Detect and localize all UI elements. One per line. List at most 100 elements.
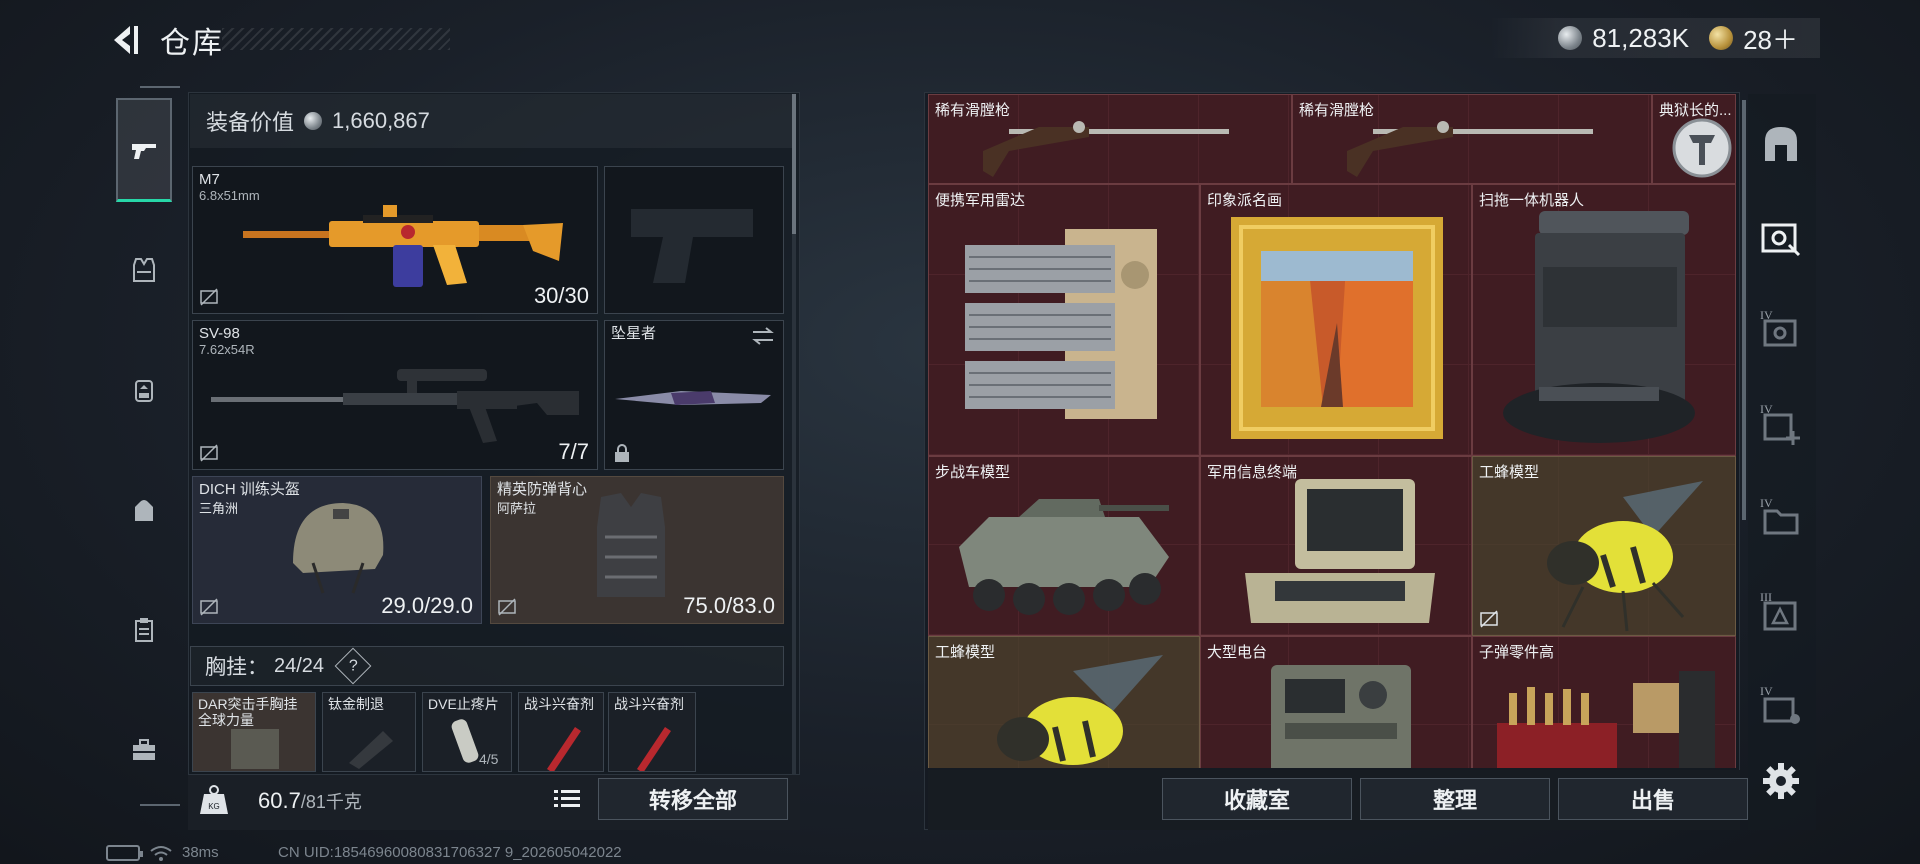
stash-item-name: 大型电台 xyxy=(1207,644,1268,661)
stash-tier-numeral: IV xyxy=(1760,496,1773,510)
musket-image xyxy=(983,121,1229,177)
stim-syringe-image xyxy=(547,727,581,771)
stash-item-musket-1[interactable]: 稀有滑膛枪 xyxy=(928,94,1292,184)
back-arrow-icon xyxy=(114,26,138,54)
rail-tab-toolbox[interactable] xyxy=(116,698,172,802)
terminal-image xyxy=(1245,479,1435,623)
list-view-icon[interactable] xyxy=(550,782,584,816)
wifi-icon xyxy=(150,845,172,861)
gold-currency-value[interactable]: 28＋ xyxy=(1743,20,1798,57)
gun-icon xyxy=(132,143,156,159)
rig-item-name: DAR突击手胸挂 xyxy=(198,696,298,712)
stash-item-wasp-model-1[interactable]: 工蜂模型 xyxy=(1472,456,1736,636)
weight-icon[interactable]: KG xyxy=(196,782,232,818)
title-decoration xyxy=(222,28,450,50)
gold-coin-icon xyxy=(1709,26,1734,50)
no-drop-icon xyxy=(200,288,218,306)
stash-item-ifv-model[interactable]: 步战车模型 xyxy=(928,456,1200,636)
stash-item-wasp-model-2[interactable]: 工蜂模型 xyxy=(928,636,1200,768)
backpack-icon xyxy=(135,500,153,521)
rig-item-name: DVE止疼片 xyxy=(428,696,499,712)
help-button[interactable]: ? xyxy=(334,647,372,685)
stash-tab-3[interactable]: IV xyxy=(1756,400,1806,450)
transfer-all-button[interactable]: 转移全部 xyxy=(598,778,788,820)
rig-item-stim-2[interactable]: 战斗兴奋剂 xyxy=(608,692,696,772)
armor-slot[interactable]: 精英防弹背心 阿萨拉 75.0/83.0 xyxy=(490,476,784,624)
stash-item-name: 便携军用雷达 xyxy=(935,192,1026,209)
rail-tab-items[interactable] xyxy=(116,578,172,682)
equipment-scroll-thumb[interactable] xyxy=(792,94,796,234)
rig-item-name: 战斗兴奋剂 xyxy=(524,696,594,712)
armor-sub: 阿萨拉 xyxy=(497,501,537,516)
rail-tab-weapons[interactable] xyxy=(116,98,172,202)
helmet-slot[interactable]: DICH 训练头盔 三角洲 29.0/29.0 xyxy=(192,476,482,624)
stash-item-radar[interactable]: 便携军用雷达 xyxy=(928,184,1200,456)
rail-tab-backpack[interactable] xyxy=(116,458,172,562)
stash-tier-numeral: IV xyxy=(1760,402,1773,416)
silver-currency-value: 81,283K xyxy=(1592,22,1690,53)
rig-item-name: 战斗兴奋剂 xyxy=(614,696,684,712)
stash-tier-numeral: III xyxy=(1760,590,1772,604)
stash-tab-main[interactable] xyxy=(1756,118,1806,168)
stash-grid[interactable]: 稀有滑膛枪 稀有滑膛枪 典狱长的... 便携军用雷达 印象派名画 扫拖一体机器人… xyxy=(928,94,1736,768)
currency-bar: 81,283K 28＋ xyxy=(1490,18,1820,58)
stash-tab-1[interactable] xyxy=(1756,212,1806,262)
back-button[interactable] xyxy=(104,20,144,60)
warden-badge-icon xyxy=(1672,118,1732,178)
pistol-slot-empty[interactable] xyxy=(604,166,784,314)
rig-item-muzzle[interactable]: 钛金制退 xyxy=(322,692,416,772)
organize-button[interactable]: 整理 xyxy=(1360,778,1550,820)
stash-tab-6[interactable]: IV xyxy=(1756,682,1806,732)
svg-text:KG: KG xyxy=(208,802,220,811)
helmet-durability: 29.0/29.0 xyxy=(381,593,473,618)
sniper-rifle-image xyxy=(211,369,579,443)
swap-icon[interactable] xyxy=(751,327,775,345)
lock-icon xyxy=(615,444,629,462)
stash-tier-numeral: IV xyxy=(1760,308,1773,322)
stash-item-name: 子弹零件高 xyxy=(1479,644,1555,661)
sell-button[interactable]: 出售 xyxy=(1558,778,1748,820)
weapon-name: M7 xyxy=(199,171,220,188)
knife-image xyxy=(615,391,771,405)
device-status: 38ms xyxy=(106,844,219,861)
rig-item-uses: 4/5 xyxy=(479,751,499,767)
rail-divider-bottom xyxy=(140,804,180,806)
stash-tier-numeral: IV xyxy=(1760,684,1773,698)
stash-tab-5[interactable]: III xyxy=(1756,588,1806,638)
equipment-value: 1,660,867 xyxy=(332,108,430,133)
melee-slot[interactable]: 坠星者 xyxy=(604,320,784,470)
equipment-value-header: 装备价值 1,660,867 xyxy=(190,94,796,148)
no-drop-icon xyxy=(498,598,516,616)
secondary-weapon-slot[interactable]: SV-98 7.62x54R 7/7 xyxy=(192,320,598,470)
stash-selected-icon xyxy=(1761,223,1801,257)
ammo-count: 30/30 xyxy=(533,283,589,308)
body-armor-icon xyxy=(133,258,155,282)
stash-tab-4[interactable]: IV xyxy=(1756,494,1806,544)
rig-item-stim-1[interactable]: 战斗兴奋剂 xyxy=(518,692,604,772)
ping-value: 38ms xyxy=(182,844,219,861)
stash-item-radio[interactable]: 大型电台 xyxy=(1200,636,1472,768)
settings-button[interactable] xyxy=(1756,756,1806,806)
silver-coin-icon xyxy=(1558,26,1583,50)
stash-item-bullet-parts[interactable]: 子弹零件高 xyxy=(1472,636,1736,768)
body-armor-image xyxy=(597,493,665,597)
stash-item-name: 印象派名画 xyxy=(1207,192,1283,209)
stash-item-terminal[interactable]: 军用信息终端 xyxy=(1200,456,1472,636)
radio-image xyxy=(1271,665,1411,768)
stash-item-robot-vacuum[interactable]: 扫拖一体机器人 xyxy=(1472,184,1736,456)
rig-item-chest-rig[interactable]: DAR突击手胸挂 全球力量 xyxy=(192,692,316,772)
stash-scrollbar[interactable] xyxy=(1742,100,1746,520)
collection-room-button[interactable]: 收藏室 xyxy=(1162,778,1352,820)
clipboard-icon xyxy=(135,618,153,642)
rail-tab-chest-rig[interactable] xyxy=(116,338,172,442)
stash-item-warden[interactable]: 典狱长的... xyxy=(1652,94,1736,184)
armor-name: 精英防弹背心 xyxy=(497,481,588,498)
rig-item-painkiller[interactable]: DVE止疼片 4/5 xyxy=(422,692,512,772)
rig-item-name: 钛金制退 xyxy=(328,696,384,712)
stash-item-painting[interactable]: 印象派名画 xyxy=(1200,184,1472,456)
melee-name: 坠星者 xyxy=(611,325,657,342)
primary-weapon-slot[interactable]: M7 6.8x51mm 30/30 xyxy=(192,166,598,314)
rail-tab-armor[interactable] xyxy=(116,218,172,322)
stash-tab-2[interactable]: IV xyxy=(1756,306,1806,356)
stash-item-musket-2[interactable]: 稀有滑膛枪 xyxy=(1292,94,1652,184)
